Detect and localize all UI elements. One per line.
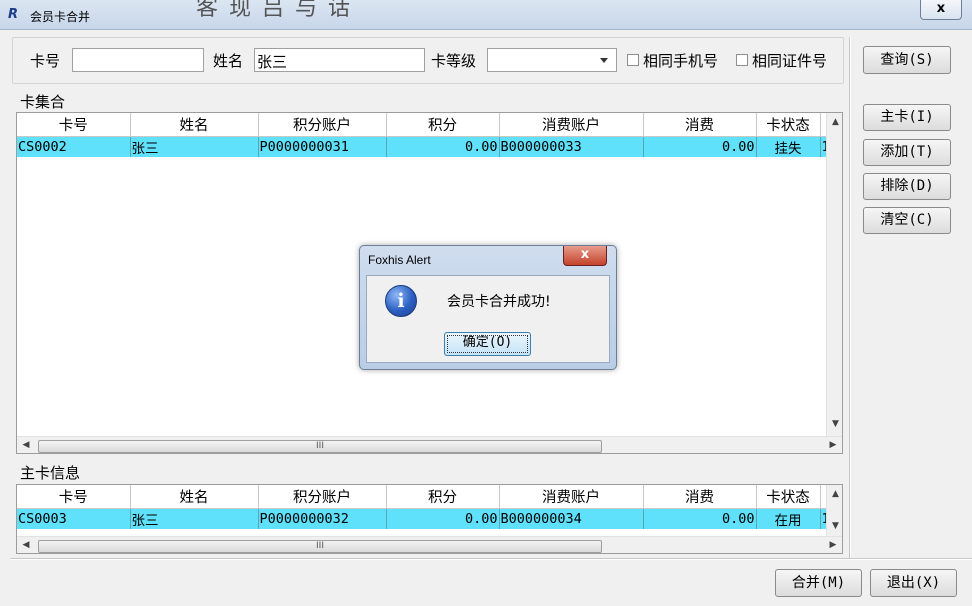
merge-button[interactable]: 合并(M) [775,569,862,597]
table-row[interactable]: CS0003 张三 P0000000032 0.00 B000000034 0.… [17,508,841,529]
cell-consume: 0.00 [643,508,757,529]
column-header[interactable]: 消费 [643,485,757,509]
column-header[interactable]: 消费账户 [499,485,644,509]
scroll-up-icon[interactable]: ▲ [827,489,842,499]
column-header[interactable]: 积分 [386,113,500,137]
alert-ok-button[interactable]: 确定(O) [444,332,531,356]
column-header[interactable]: 消费 [643,113,757,137]
main-card-grid[interactable]: 卡号 姓名 积分账户 积分 消费账户 消费 卡状态 CS0003 张三 P000… [16,484,843,554]
main-card-label: 主卡信息 [20,464,81,482]
alert-title: Foxhis Alert [368,253,431,267]
scroll-right-icon[interactable]: ▶ [828,540,838,550]
table-row[interactable]: CS0002 张三 P0000000031 0.00 B000000033 0.… [17,136,841,157]
cell-consume: 0.00 [643,136,757,157]
cell-card-no: CS0003 [17,508,131,529]
scroll-thumb[interactable]: III [38,440,602,453]
column-header[interactable]: 卡号 [17,485,131,509]
column-header[interactable]: 积分账户 [258,485,387,509]
query-button[interactable]: 查询(S) [863,46,951,74]
add-button[interactable]: 添加(T) [863,139,951,166]
exit-button[interactable]: 退出(X) [870,569,957,597]
scroll-down-icon[interactable]: ▼ [827,521,842,531]
exclude-button[interactable]: 排除(D) [863,173,951,200]
card-set-horizontal-scrollbar[interactable]: ◀ III ▶ [17,436,842,453]
cell-name: 张三 [130,508,259,529]
scroll-left-icon[interactable]: ◀ [21,440,31,450]
alert-message: 会员卡合并成功! [447,294,551,310]
cell-card-no: CS0002 [17,136,131,157]
app-logo-icon: R [8,7,19,22]
window-close-button[interactable]: x [920,0,962,20]
scroll-thumb[interactable]: III [38,540,602,553]
vertical-divider [849,37,851,558]
cell-consume-account: B000000034 [499,508,644,529]
name-input[interactable]: 张三 [254,48,425,72]
scroll-right-icon[interactable]: ▶ [828,440,838,450]
cell-consume-account: B000000033 [499,136,644,157]
column-header[interactable]: 积分 [386,485,500,509]
cell-status: 在用 [756,508,821,529]
cell-name: 张三 [130,136,259,157]
card-set-vertical-scrollbar[interactable]: ▲ ▼ [826,113,842,436]
chevron-down-icon [600,58,608,63]
cell-points-account: P0000000031 [258,136,387,157]
card-no-label: 卡号 [30,52,61,70]
same-id-checkbox[interactable] [736,54,748,66]
alert-dialog: Foxhis Alert x i 会员卡合并成功! 确定(O) [359,245,617,370]
name-label: 姓名 [213,52,244,70]
clear-button[interactable]: 清空(C) [863,207,951,234]
cell-points-account: P0000000032 [258,508,387,529]
column-header[interactable]: 卡号 [17,113,131,137]
set-main-card-button[interactable]: 主卡(I) [863,104,951,131]
column-header[interactable]: 消费账户 [499,113,644,137]
table-header-row: 卡号 姓名 积分账户 积分 消费账户 消费 卡状态 [17,113,841,137]
main-card-vertical-scrollbar[interactable]: ▲ ▼ [826,485,842,536]
info-icon: i [385,285,417,317]
same-id-label: 相同证件号 [752,52,828,70]
main-card-table: 卡号 姓名 积分账户 积分 消费账户 消费 卡状态 CS0003 张三 P000… [17,485,841,529]
scroll-down-icon[interactable]: ▼ [827,419,842,429]
alert-close-button[interactable]: x [563,246,607,266]
main-card-horizontal-scrollbar[interactable]: ◀ III ▶ [17,536,842,553]
footer-divider [10,558,972,560]
column-header[interactable]: 姓名 [130,485,259,509]
same-phone-label: 相同手机号 [643,52,719,70]
cell-status: 挂失 [756,136,821,157]
card-no-input[interactable] [72,48,204,72]
table-header-row: 卡号 姓名 积分账户 积分 消费账户 消费 卡状态 [17,485,841,509]
card-set-label: 卡集合 [20,93,66,111]
column-header[interactable]: 姓名 [130,113,259,137]
background-window-title: 客 现 吕 与 话 [196,0,352,21]
scroll-up-icon[interactable]: ▲ [827,117,842,127]
card-set-table: 卡号 姓名 积分账户 积分 消费账户 消费 卡状态 CS0002 张三 P000… [17,113,841,157]
cell-points: 0.00 [386,136,500,157]
window-titlebar: 客 现 吕 与 话 R 会员卡合并 x [0,0,972,30]
column-header[interactable]: 卡状态 [756,485,821,509]
same-phone-checkbox[interactable] [627,54,639,66]
scroll-left-icon[interactable]: ◀ [21,540,31,550]
window-title: 会员卡合并 [30,10,91,24]
alert-body: i 会员卡合并成功! 确定(O) [366,275,610,363]
column-header[interactable]: 积分账户 [258,113,387,137]
cell-points: 0.00 [386,508,500,529]
card-level-select[interactable] [487,48,617,72]
card-level-label: 卡等级 [431,52,477,70]
column-header[interactable]: 卡状态 [756,113,821,137]
